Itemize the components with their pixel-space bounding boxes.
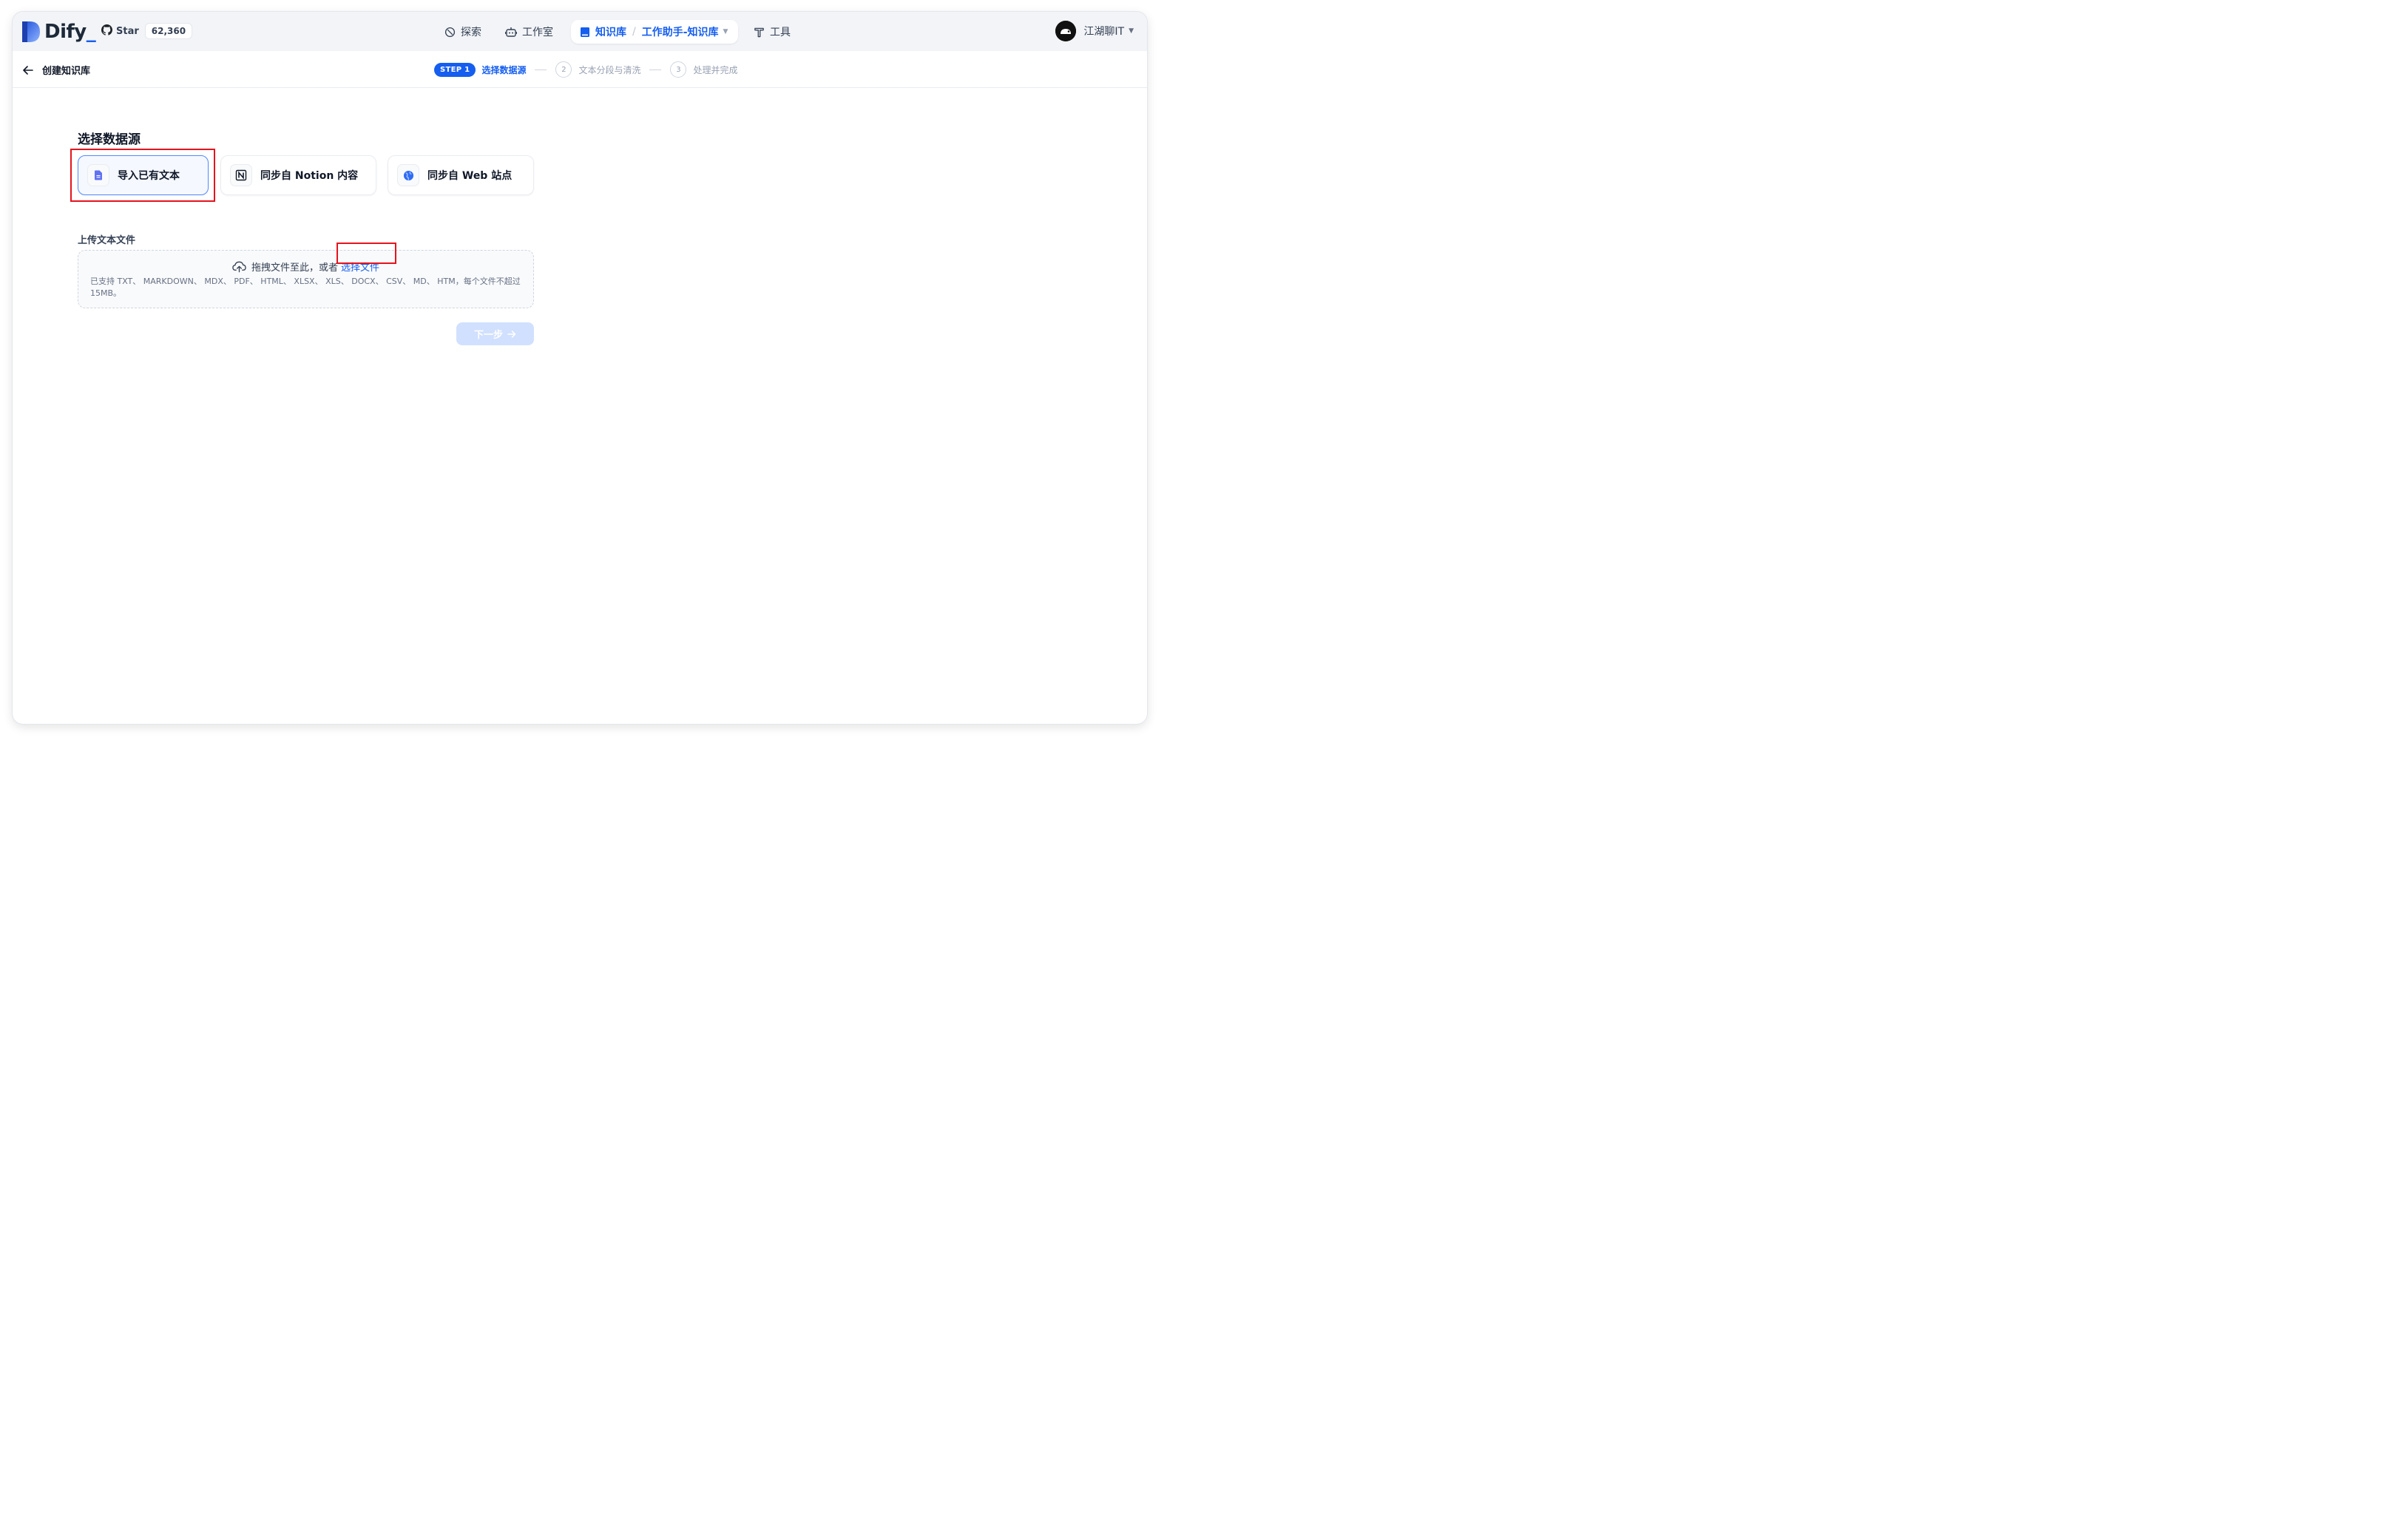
top-navigation-bar: Dify_ Star 62,360 探索 工作室 知识库 / 工作助手-知识库 … (13, 12, 1147, 51)
github-star-count: 62,360 (144, 23, 193, 39)
file-icon (87, 164, 109, 186)
dify-logo[interactable]: Dify_ (22, 21, 96, 43)
nav-studio[interactable]: 工作室 (505, 20, 553, 44)
file-dropzone[interactable]: 拖拽文件至此，或者 选择文件 已支持 TXT、 MARKDOWN、 MDX、 P… (78, 250, 534, 308)
globe-icon (397, 164, 419, 186)
dropzone-prompt: 拖拽文件至此，或者 选择文件 (78, 260, 533, 274)
breadcrumb-separator: / (632, 26, 636, 38)
dify-logo-text: Dify_ (44, 21, 96, 43)
nav-knowledge[interactable]: 知识库 / 工作助手-知识库 ▼ (571, 20, 739, 44)
page-title: 创建知识库 (42, 66, 91, 77)
hammer-icon (754, 27, 765, 38)
upload-section-label: 上传文本文件 (78, 235, 136, 246)
dropzone-text: 拖拽文件至此，或者 (251, 262, 338, 274)
nav-explore-label: 探索 (461, 27, 481, 38)
upload-cloud-icon (232, 261, 246, 273)
arrow-left-icon (23, 65, 33, 75)
nav-studio-label: 工作室 (522, 27, 553, 38)
data-source-options: 导入已有文本 同步自 Notion 内容 同步自 Web 站点 (78, 155, 535, 196)
avatar (1055, 21, 1077, 41)
next-step-button[interactable]: 下一步 (456, 322, 534, 345)
step-2-label: 文本分段与清洗 (578, 64, 641, 75)
step-1-badge: STEP 1 (434, 62, 476, 77)
notion-icon (230, 164, 252, 186)
chevron-down-icon[interactable]: ▼ (723, 28, 728, 35)
select-file-link[interactable]: 选择文件 (341, 260, 379, 274)
step-3-label: 处理并完成 (693, 64, 738, 75)
robot-icon (505, 27, 517, 38)
source-option-file-label: 导入已有文本 (118, 170, 180, 182)
github-star-label: Star (116, 25, 139, 37)
step-2-number: 2 (555, 61, 572, 78)
app-window: Dify_ Star 62,360 探索 工作室 知识库 / 工作助手-知识库 … (13, 12, 1147, 724)
create-dataset-header: 创建知识库 STEP 1 选择数据源 2 文本分段与清洗 3 处理并完成 (13, 51, 1147, 88)
supported-formats-hint: 已支持 TXT、 MARKDOWN、 MDX、 PDF、 HTML、 XLSX、… (90, 277, 521, 298)
source-option-web-label: 同步自 Web 站点 (427, 170, 513, 182)
nav-explore[interactable]: 探索 (444, 20, 481, 44)
dify-logo-icon (22, 21, 40, 42)
github-star-widget[interactable]: Star 62,360 (101, 21, 193, 41)
user-name: 江湖聊IT (1083, 26, 1125, 38)
user-menu[interactable]: 江湖聊IT ▼ (1055, 20, 1134, 42)
compass-icon (444, 27, 456, 38)
section-title: 选择数据源 (78, 132, 141, 147)
nav-tools[interactable]: 工具 (754, 20, 791, 44)
nav-knowledge-label[interactable]: 知识库 (595, 24, 626, 39)
back-button[interactable]: 创建知识库 (23, 63, 90, 77)
github-icon (101, 24, 112, 38)
book-icon (580, 27, 590, 38)
source-option-file[interactable]: 导入已有文本 (78, 155, 209, 195)
step-3-number: 3 (670, 61, 687, 78)
source-option-notion[interactable]: 同步自 Notion 内容 (220, 155, 376, 195)
arrow-right-icon (507, 330, 516, 338)
nav-tools-label: 工具 (770, 27, 791, 38)
source-option-notion-label: 同步自 Notion 内容 (260, 170, 359, 182)
step-1-label: 选择数据源 (481, 64, 527, 75)
data-source-panel: 选择数据源 导入已有文本 同步自 Notion 内容 同步自 Web 站点 上传… (78, 129, 535, 345)
source-option-web[interactable]: 同步自 Web 站点 (388, 155, 534, 195)
step-indicator: STEP 1 选择数据源 2 文本分段与清洗 3 处理并完成 (434, 61, 737, 78)
next-step-label: 下一步 (473, 330, 503, 341)
chevron-down-icon: ▼ (1129, 27, 1134, 35)
current-dataset-selector[interactable]: 工作助手-知识库 (642, 24, 719, 39)
